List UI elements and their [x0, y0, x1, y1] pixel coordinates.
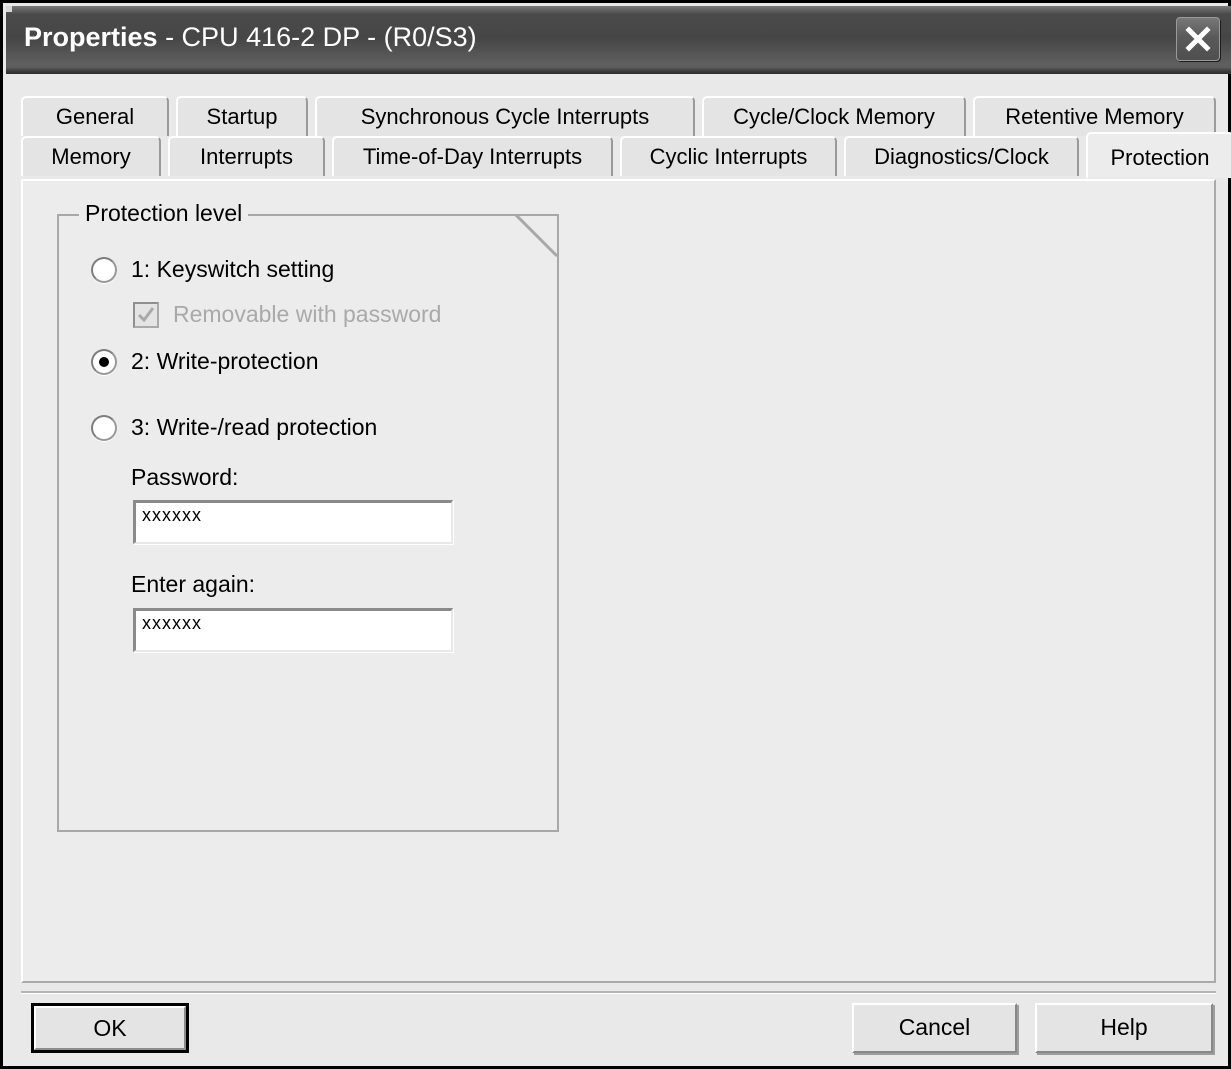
tab-time-of-day-interrupts[interactable]: Time-of-Day Interrupts [332, 136, 613, 176]
radio-write-protection[interactable] [91, 348, 117, 375]
radio-write-read-protection[interactable] [91, 414, 117, 441]
tab-general[interactable]: General [21, 96, 169, 136]
confirm-password-label: Enter again: [131, 571, 256, 597]
tab-memory[interactable]: Memory [21, 136, 161, 176]
close-button[interactable] [1176, 17, 1220, 61]
tab-synchronous-cycle-interrupts[interactable]: Synchronous Cycle Interrupts [315, 96, 695, 136]
tab-cyclic-interrupts[interactable]: Cyclic Interrupts [620, 136, 837, 176]
window-title-rest: - CPU 416-2 DP - (R0/S3) [157, 22, 477, 52]
radio-label-keyswitch-setting: 1: Keyswitch setting [131, 256, 335, 282]
radio-keyswitch-setting[interactable] [91, 256, 117, 283]
groupbox-corner-decoration [515, 214, 559, 258]
radio-row-write-protection[interactable]: 2: Write-protection [91, 348, 318, 375]
tab-protection[interactable]: Protection [1086, 132, 1231, 178]
cancel-button[interactable]: Cancel [852, 1003, 1017, 1053]
checkbox-removable-with-password [133, 301, 159, 328]
radio-row-keyswitch-setting[interactable]: 1: Keyswitch setting [91, 256, 334, 283]
checkbox-label-removable-with-password: Removable with password [173, 301, 442, 327]
button-bar-separator [21, 991, 1216, 994]
title-bar: Properties - CPU 416-2 DP - (R0/S3) [6, 6, 1231, 74]
close-icon [1185, 26, 1211, 52]
tab-row-2: Memory Interrupts Time-of-Day Interrupts… [21, 132, 1231, 178]
ok-button-label: OK [34, 1006, 186, 1050]
radio-label-write-protection: 2: Write-protection [131, 348, 319, 374]
tab-interrupts[interactable]: Interrupts [168, 136, 325, 176]
radio-row-write-read-protection[interactable]: 3: Write-/read protection [91, 414, 377, 441]
tab-diagnostics-clock[interactable]: Diagnostics/Clock [844, 136, 1079, 176]
checkmark-icon [137, 306, 155, 322]
tab-cycle-clock-memory[interactable]: Cycle/Clock Memory [702, 96, 966, 136]
tab-strip: General Startup Synchronous Cycle Interr… [21, 96, 1231, 180]
tab-row-1: General Startup Synchronous Cycle Interr… [21, 96, 1216, 138]
tab-startup[interactable]: Startup [176, 96, 308, 136]
properties-dialog: Properties - CPU 416-2 DP - (R0/S3) Gene… [0, 0, 1231, 1069]
radio-label-write-read-protection: 3: Write-/read protection [131, 414, 378, 440]
protection-level-groupbox: Protection level 1: Keyswitch setting Re… [57, 200, 559, 832]
ok-button[interactable]: OK [31, 1003, 189, 1053]
tab-retentive-memory[interactable]: Retentive Memory [973, 96, 1216, 136]
password-input[interactable]: xxxxxx [133, 500, 453, 544]
window-title-bold: Properties [24, 22, 158, 52]
confirm-password-input[interactable]: xxxxxx [133, 608, 453, 652]
password-label: Password: [131, 464, 239, 490]
groupbox-title: Protection level [79, 200, 249, 227]
tab-content-protection: Protection level 1: Keyswitch setting Re… [21, 179, 1216, 983]
checkbox-row-removable-with-password: Removable with password [133, 301, 441, 328]
window-title: Properties - CPU 416-2 DP - (R0/S3) [24, 22, 477, 53]
help-button[interactable]: Help [1035, 1003, 1213, 1053]
